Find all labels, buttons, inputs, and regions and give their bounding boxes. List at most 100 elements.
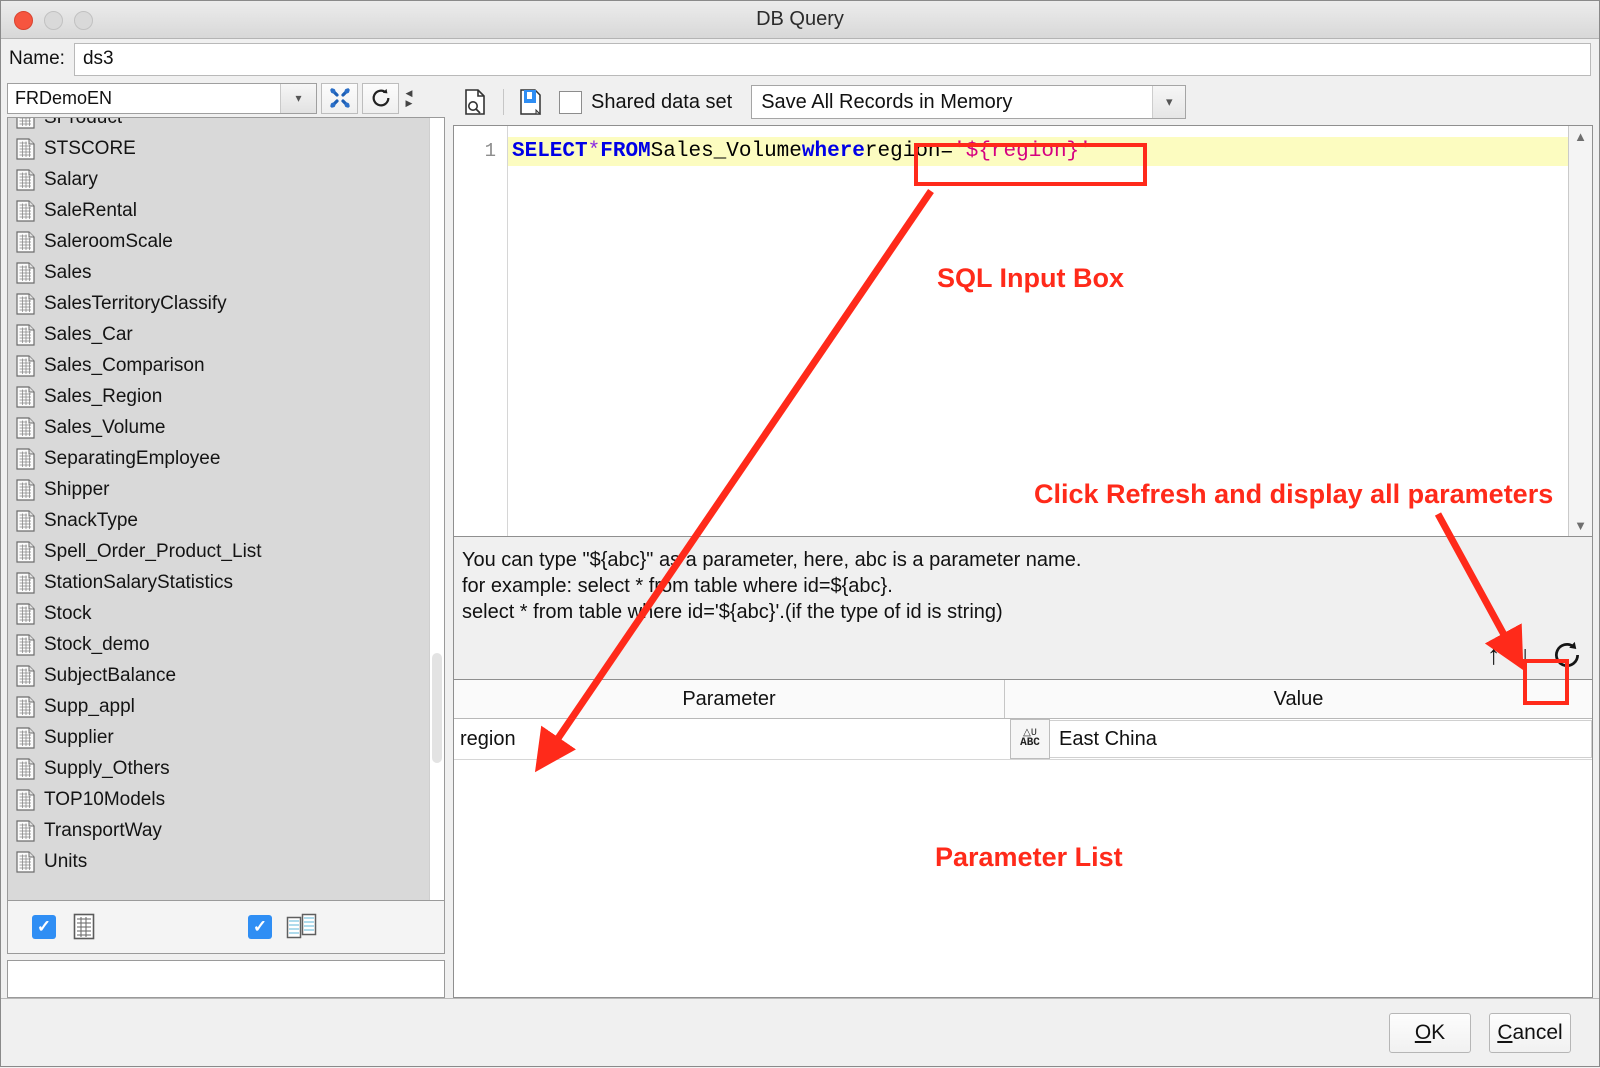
list-item[interactable]: Sales_Comparison bbox=[8, 350, 430, 381]
document-icon bbox=[16, 757, 35, 780]
list-item[interactable]: Supplier bbox=[8, 722, 430, 753]
wrench-tools-icon[interactable] bbox=[321, 82, 358, 114]
list-item[interactable]: SnackType bbox=[8, 505, 430, 536]
chevron-right-icon[interactable]: ▶ bbox=[406, 98, 413, 107]
document-icon bbox=[16, 571, 35, 594]
list-item-label: Stock_demo bbox=[44, 633, 150, 655]
list-item[interactable]: SalesTerritoryClassify bbox=[8, 288, 430, 319]
document-icon bbox=[16, 323, 35, 346]
table-icon bbox=[73, 913, 95, 940]
list-item[interactable]: STSCORE bbox=[8, 133, 430, 164]
sql-token-ident: Sales_Volume bbox=[650, 140, 802, 163]
cancel-mnemonic: C bbox=[1497, 1020, 1513, 1044]
parameter-value-cell[interactable]: △U ABC East China bbox=[1010, 719, 1592, 759]
table-list[interactable]: SProduct STSCORE Salary SaleRental SaleroomS… bbox=[7, 117, 445, 901]
shared-dataset-label: Shared data set bbox=[591, 90, 733, 113]
title-bar: DB Query bbox=[1, 1, 1599, 39]
save-document-icon[interactable] bbox=[514, 85, 548, 119]
list-item[interactable]: StationSalaryStatistics bbox=[8, 567, 430, 598]
list-item[interactable]: Salary bbox=[8, 164, 430, 195]
document-icon bbox=[16, 118, 35, 129]
preview-document-icon[interactable] bbox=[459, 85, 493, 119]
list-item-label: SnackType bbox=[44, 509, 138, 531]
list-item[interactable]: SubjectBalance bbox=[8, 660, 430, 691]
parameter-hint: You can type "${abc}" as a parameter, he… bbox=[453, 537, 1593, 631]
table-search-input[interactable] bbox=[7, 960, 445, 998]
arrow-up-icon[interactable]: ↑ bbox=[1487, 640, 1501, 671]
parameter-value-input[interactable]: East China bbox=[1050, 720, 1592, 758]
chevron-down-icon[interactable]: ▾ bbox=[280, 83, 316, 113]
list-item[interactable]: TOP10Models bbox=[8, 784, 430, 815]
list-item[interactable]: Sales_Volume bbox=[8, 412, 430, 443]
main-area: FRDemoEN ▾ ◀ ▶ SProduct STSCORE Salary S… bbox=[1, 79, 1599, 998]
list-item[interactable]: Units bbox=[8, 846, 430, 877]
parameter-toolbar: ↑ ↓ bbox=[453, 631, 1593, 679]
list-item[interactable]: Spell_Order_Product_List bbox=[8, 536, 430, 567]
document-icon bbox=[16, 137, 35, 160]
ok-button[interactable]: OK bbox=[1389, 1012, 1471, 1053]
list-item[interactable]: Sales_Car bbox=[8, 319, 430, 350]
datasource-select[interactable]: FRDemoEN ▾ bbox=[7, 82, 317, 114]
list-item[interactable]: Stock bbox=[8, 598, 430, 629]
parameter-table: Parameter Value region △U ABC East China bbox=[453, 679, 1593, 998]
filter-views-checkbox[interactable]: ✓ bbox=[248, 915, 272, 939]
sql-code-area[interactable]: SELECT * FROM Sales_Volume where region=… bbox=[508, 126, 1568, 536]
list-item[interactable]: Sales_Region bbox=[8, 381, 430, 412]
list-item-label: Units bbox=[44, 850, 88, 872]
list-item-label: Stock bbox=[44, 602, 92, 624]
annotation-parameter-list: Parameter List bbox=[935, 842, 1123, 872]
list-filter-bar: ✓ ✓ bbox=[7, 901, 445, 954]
list-item-label: STSCORE bbox=[44, 137, 136, 159]
datasource-toolbar: FRDemoEN ▾ ◀ ▶ bbox=[7, 79, 445, 117]
document-icon bbox=[16, 416, 35, 439]
list-item[interactable]: Sales bbox=[8, 257, 430, 288]
document-icon bbox=[16, 540, 35, 563]
list-item[interactable]: Shipper bbox=[8, 474, 430, 505]
refresh-icon[interactable] bbox=[362, 82, 399, 114]
list-item[interactable]: TransportWay bbox=[8, 815, 430, 846]
parameter-name-cell[interactable]: region bbox=[454, 719, 1010, 759]
db-query-dialog: DB Query Name: ds3 FRDemoEN ▾ ◀ ▶ SProdu… bbox=[0, 0, 1600, 1067]
shared-dataset-box[interactable] bbox=[559, 90, 582, 114]
chevron-left-icon[interactable]: ◀ bbox=[406, 88, 413, 97]
list-item[interactable]: Supply_Others bbox=[8, 753, 430, 784]
shared-dataset-checkbox[interactable]: Shared data set bbox=[559, 90, 733, 114]
list-item-label: Sales_Volume bbox=[44, 416, 166, 438]
list-item[interactable]: Stock_demo bbox=[8, 629, 430, 660]
refresh-highlight-box bbox=[1523, 659, 1569, 705]
list-item-label: Supp_appl bbox=[44, 695, 135, 717]
list-item[interactable]: Supp_appl bbox=[8, 691, 430, 722]
list-item-label: SubjectBalance bbox=[44, 664, 177, 686]
list-item[interactable]: SeparatingEmployee bbox=[8, 443, 430, 474]
document-icon bbox=[16, 478, 35, 501]
sql-line-number: 1 bbox=[484, 140, 496, 162]
chevron-down-icon[interactable]: ▼ bbox=[1574, 518, 1587, 533]
sql-token-keyword: FROM bbox=[600, 140, 651, 163]
chevron-down-icon[interactable]: ▾ bbox=[1152, 86, 1186, 118]
column-header-parameter[interactable]: Parameter bbox=[454, 680, 1005, 718]
sql-editor[interactable]: 1 SELECT * FROM Sales_Volume where regio… bbox=[453, 125, 1593, 537]
scrollbar-thumb[interactable] bbox=[432, 653, 442, 763]
document-icon bbox=[16, 509, 35, 532]
abc-type-icon[interactable]: △U ABC bbox=[1010, 719, 1050, 759]
list-item-label: Supplier bbox=[44, 726, 114, 748]
sql-editor-scrollbar[interactable]: ▲ ▼ bbox=[1568, 126, 1592, 536]
list-item[interactable]: SaleroomScale bbox=[8, 226, 430, 257]
list-item[interactable]: SProduct bbox=[8, 118, 430, 133]
cancel-button[interactable]: Cancel bbox=[1489, 1012, 1571, 1053]
list-item-label: Shipper bbox=[44, 478, 110, 500]
name-input[interactable]: ds3 bbox=[73, 42, 1591, 76]
panel-resize-arrows[interactable]: ◀ ▶ bbox=[403, 83, 415, 114]
chevron-up-icon[interactable]: ▲ bbox=[1574, 129, 1587, 144]
list-item-label: SeparatingEmployee bbox=[44, 447, 221, 469]
table-list-scrollbar[interactable] bbox=[429, 118, 444, 900]
list-item-label: TransportWay bbox=[44, 819, 162, 841]
list-item[interactable]: SaleRental bbox=[8, 195, 430, 226]
filter-tables-checkbox[interactable]: ✓ bbox=[32, 915, 56, 939]
list-item-label: Salary bbox=[44, 168, 98, 190]
column-header-value[interactable]: Value bbox=[1005, 680, 1592, 718]
list-item-label: Sales_Car bbox=[44, 323, 133, 345]
table-row[interactable]: region △U ABC East China bbox=[454, 719, 1592, 760]
document-icon bbox=[16, 354, 35, 377]
memory-mode-select[interactable]: Save All Records in Memory ▾ bbox=[751, 85, 1187, 119]
